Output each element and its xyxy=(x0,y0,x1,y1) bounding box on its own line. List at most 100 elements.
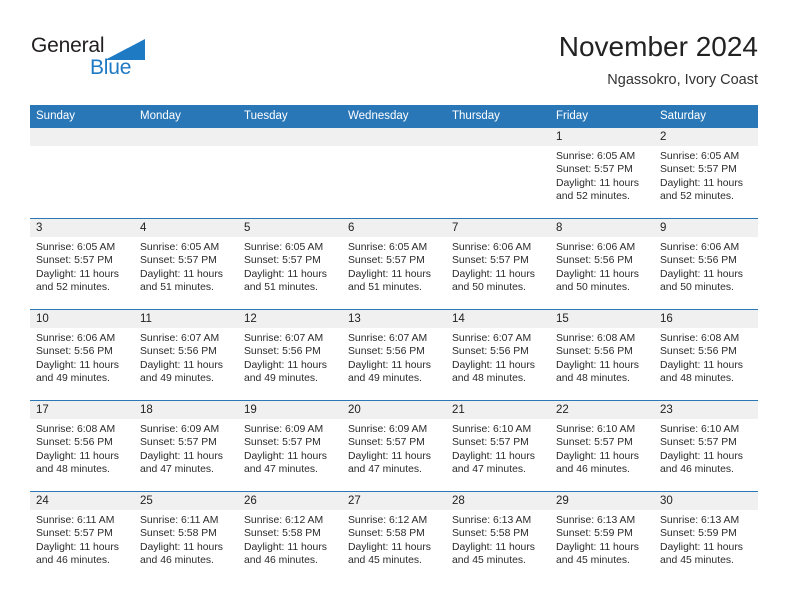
sunrise-text: Sunrise: 6:06 AM xyxy=(556,242,636,253)
general-blue-logo[interactable]: General Blue xyxy=(31,34,181,84)
calendar-day-cell[interactable]: 27 Sunrise: 6:12 AM Sunset: 5:58 PM Dayligh… xyxy=(342,491,446,582)
calendar-day-cell[interactable]: 14 Sunrise: 6:07 AM Sunset: 5:56 PM Dayligh… xyxy=(446,309,550,401)
sunrise-text: Sunrise: 6:10 AM xyxy=(660,424,740,435)
sunset-text: Sunset: 5:56 PM xyxy=(556,346,633,358)
calendar-week-row: 17 Sunrise: 6:08 AM Sunset: 5:56 PM Dayligh… xyxy=(30,400,758,492)
day-number: 16 xyxy=(654,310,758,328)
calendar-day-cell[interactable]: 10 Sunrise: 6:06 AM Sunset: 5:56 PM Dayligh… xyxy=(30,309,134,401)
calendar-day-cell[interactable]: 6 Sunrise: 6:05 AM Sunset: 5:57 PM Daylight… xyxy=(342,218,446,310)
sunset-text: Sunset: 5:57 PM xyxy=(556,437,633,449)
calendar-day-cell[interactable]: 1 Sunrise: 6:05 AM Sunset: 5:57 PM Daylight… xyxy=(550,128,654,219)
day-details: Sunrise: 6:12 AM Sunset: 5:58 PM Daylight:… xyxy=(238,510,342,568)
day-number: 17 xyxy=(30,401,134,419)
calendar-day-cell-empty xyxy=(446,128,550,219)
day-box: 12 Sunrise: 6:07 AM Sunset: 5:56 PM Dayligh… xyxy=(238,310,342,400)
day-details: Sunrise: 6:07 AM Sunset: 5:56 PM Daylight:… xyxy=(342,328,446,386)
day-box: 30 Sunrise: 6:13 AM Sunset: 5:59 PM Dayligh… xyxy=(654,492,758,582)
day-box: 13 Sunrise: 6:07 AM Sunset: 5:56 PM Dayligh… xyxy=(342,310,446,400)
calendar-page: General Blue November 2024 Ngassokro, Iv… xyxy=(0,0,792,612)
daylight-text: Daylight: 11 hours and 52 minutes. xyxy=(556,177,639,203)
calendar-day-cell[interactable]: 4 Sunrise: 6:05 AM Sunset: 5:57 PM Daylight… xyxy=(134,218,238,310)
day-details: Sunrise: 6:11 AM Sunset: 5:58 PM Daylight:… xyxy=(134,510,238,568)
calendar-day-cell[interactable]: 28 Sunrise: 6:13 AM Sunset: 5:58 PM Dayligh… xyxy=(446,491,550,582)
calendar-day-cell[interactable]: 30 Sunrise: 6:13 AM Sunset: 5:59 PM Dayligh… xyxy=(654,491,758,582)
day-number: 6 xyxy=(342,219,446,237)
weekday-header-sunday: Sunday xyxy=(30,105,134,128)
sunset-text: Sunset: 5:59 PM xyxy=(556,528,633,540)
day-details: Sunrise: 6:07 AM Sunset: 5:56 PM Daylight:… xyxy=(238,328,342,386)
calendar-day-cell[interactable]: 5 Sunrise: 6:05 AM Sunset: 5:57 PM Daylight… xyxy=(238,218,342,310)
sunset-text: Sunset: 5:58 PM xyxy=(140,528,217,540)
sunset-text: Sunset: 5:56 PM xyxy=(452,346,529,358)
calendar-week-row: 24 Sunrise: 6:11 AM Sunset: 5:57 PM Dayligh… xyxy=(30,491,758,582)
day-box: 3 Sunrise: 6:05 AM Sunset: 5:57 PM Daylight… xyxy=(30,219,134,309)
day-number: 2 xyxy=(654,128,758,146)
calendar-day-cell[interactable]: 21 Sunrise: 6:10 AM Sunset: 5:57 PM Dayligh… xyxy=(446,400,550,492)
calendar-day-cell[interactable]: 11 Sunrise: 6:07 AM Sunset: 5:56 PM Dayligh… xyxy=(134,309,238,401)
day-number xyxy=(134,128,238,146)
day-number: 19 xyxy=(238,401,342,419)
day-number: 22 xyxy=(550,401,654,419)
weekday-header-tuesday: Tuesday xyxy=(238,105,342,128)
calendar-day-cell[interactable]: 9 Sunrise: 6:06 AM Sunset: 5:56 PM Daylight… xyxy=(654,218,758,310)
calendar-day-cell[interactable]: 16 Sunrise: 6:08 AM Sunset: 5:56 PM Dayligh… xyxy=(654,309,758,401)
calendar-week-row: 3 Sunrise: 6:05 AM Sunset: 5:57 PM Daylight… xyxy=(30,218,758,310)
calendar-day-cell[interactable]: 3 Sunrise: 6:05 AM Sunset: 5:57 PM Daylight… xyxy=(30,218,134,310)
day-number: 30 xyxy=(654,492,758,510)
calendar-day-cell[interactable]: 19 Sunrise: 6:09 AM Sunset: 5:57 PM Dayligh… xyxy=(238,400,342,492)
calendar-day-cell[interactable]: 7 Sunrise: 6:06 AM Sunset: 5:57 PM Daylight… xyxy=(446,218,550,310)
sunset-text: Sunset: 5:57 PM xyxy=(244,255,321,267)
day-number: 13 xyxy=(342,310,446,328)
day-details: Sunrise: 6:05 AM Sunset: 5:57 PM Daylight:… xyxy=(238,237,342,295)
day-number: 21 xyxy=(446,401,550,419)
day-box: 8 Sunrise: 6:06 AM Sunset: 5:56 PM Daylight… xyxy=(550,219,654,309)
daylight-text: Daylight: 11 hours and 48 minutes. xyxy=(556,359,639,385)
sunrise-text: Sunrise: 6:07 AM xyxy=(452,333,532,344)
calendar-day-cell[interactable]: 26 Sunrise: 6:12 AM Sunset: 5:58 PM Dayligh… xyxy=(238,491,342,582)
day-details: Sunrise: 6:08 AM Sunset: 5:56 PM Daylight:… xyxy=(654,328,758,386)
day-number: 28 xyxy=(446,492,550,510)
day-box xyxy=(134,128,238,218)
calendar-day-cell[interactable]: 23 Sunrise: 6:10 AM Sunset: 5:57 PM Dayligh… xyxy=(654,400,758,492)
calendar-day-cell[interactable]: 2 Sunrise: 6:05 AM Sunset: 5:57 PM Daylight… xyxy=(654,128,758,219)
sunrise-text: Sunrise: 6:12 AM xyxy=(244,515,324,526)
calendar-day-cell[interactable]: 8 Sunrise: 6:06 AM Sunset: 5:56 PM Daylight… xyxy=(550,218,654,310)
calendar-day-cell[interactable]: 25 Sunrise: 6:11 AM Sunset: 5:58 PM Dayligh… xyxy=(134,491,238,582)
calendar-day-cell[interactable]: 17 Sunrise: 6:08 AM Sunset: 5:56 PM Dayligh… xyxy=(30,400,134,492)
sunset-text: Sunset: 5:56 PM xyxy=(348,346,425,358)
day-number: 8 xyxy=(550,219,654,237)
calendar-day-cell[interactable]: 20 Sunrise: 6:09 AM Sunset: 5:57 PM Dayligh… xyxy=(342,400,446,492)
calendar-day-cell[interactable]: 29 Sunrise: 6:13 AM Sunset: 5:59 PM Dayligh… xyxy=(550,491,654,582)
day-box xyxy=(342,128,446,218)
sunrise-text: Sunrise: 6:07 AM xyxy=(348,333,428,344)
day-box: 23 Sunrise: 6:10 AM Sunset: 5:57 PM Dayligh… xyxy=(654,401,758,491)
calendar-day-cell[interactable]: 24 Sunrise: 6:11 AM Sunset: 5:57 PM Dayligh… xyxy=(30,491,134,582)
sunrise-text: Sunrise: 6:08 AM xyxy=(556,333,636,344)
daylight-text: Daylight: 11 hours and 49 minutes. xyxy=(348,359,431,385)
day-number: 23 xyxy=(654,401,758,419)
day-box: 2 Sunrise: 6:05 AM Sunset: 5:57 PM Daylight… xyxy=(654,128,758,218)
day-details: Sunrise: 6:07 AM Sunset: 5:56 PM Daylight:… xyxy=(134,328,238,386)
daylight-text: Daylight: 11 hours and 50 minutes. xyxy=(556,268,639,294)
sunrise-text: Sunrise: 6:10 AM xyxy=(452,424,532,435)
day-number xyxy=(446,128,550,146)
day-box: 15 Sunrise: 6:08 AM Sunset: 5:56 PM Dayligh… xyxy=(550,310,654,400)
day-box xyxy=(446,128,550,218)
daylight-text: Daylight: 11 hours and 45 minutes. xyxy=(556,541,639,567)
calendar-day-cell[interactable]: 13 Sunrise: 6:07 AM Sunset: 5:56 PM Dayligh… xyxy=(342,309,446,401)
calendar-day-cell[interactable]: 15 Sunrise: 6:08 AM Sunset: 5:56 PM Dayligh… xyxy=(550,309,654,401)
daylight-text: Daylight: 11 hours and 47 minutes. xyxy=(244,450,327,476)
sunrise-text: Sunrise: 6:05 AM xyxy=(140,242,220,253)
day-number: 3 xyxy=(30,219,134,237)
sunset-text: Sunset: 5:56 PM xyxy=(244,346,321,358)
day-details: Sunrise: 6:05 AM Sunset: 5:57 PM Daylight:… xyxy=(134,237,238,295)
calendar-day-cell[interactable]: 12 Sunrise: 6:07 AM Sunset: 5:56 PM Dayligh… xyxy=(238,309,342,401)
sunrise-text: Sunrise: 6:05 AM xyxy=(36,242,116,253)
day-number: 10 xyxy=(30,310,134,328)
calendar-table: Sunday Monday Tuesday Wednesday Thursday… xyxy=(30,105,758,582)
calendar-day-cell[interactable]: 18 Sunrise: 6:09 AM Sunset: 5:57 PM Dayligh… xyxy=(134,400,238,492)
sunrise-text: Sunrise: 6:08 AM xyxy=(660,333,740,344)
calendar-day-cell[interactable]: 22 Sunrise: 6:10 AM Sunset: 5:57 PM Dayligh… xyxy=(550,400,654,492)
sunrise-text: Sunrise: 6:10 AM xyxy=(556,424,636,435)
day-box: 1 Sunrise: 6:05 AM Sunset: 5:57 PM Daylight… xyxy=(550,128,654,218)
